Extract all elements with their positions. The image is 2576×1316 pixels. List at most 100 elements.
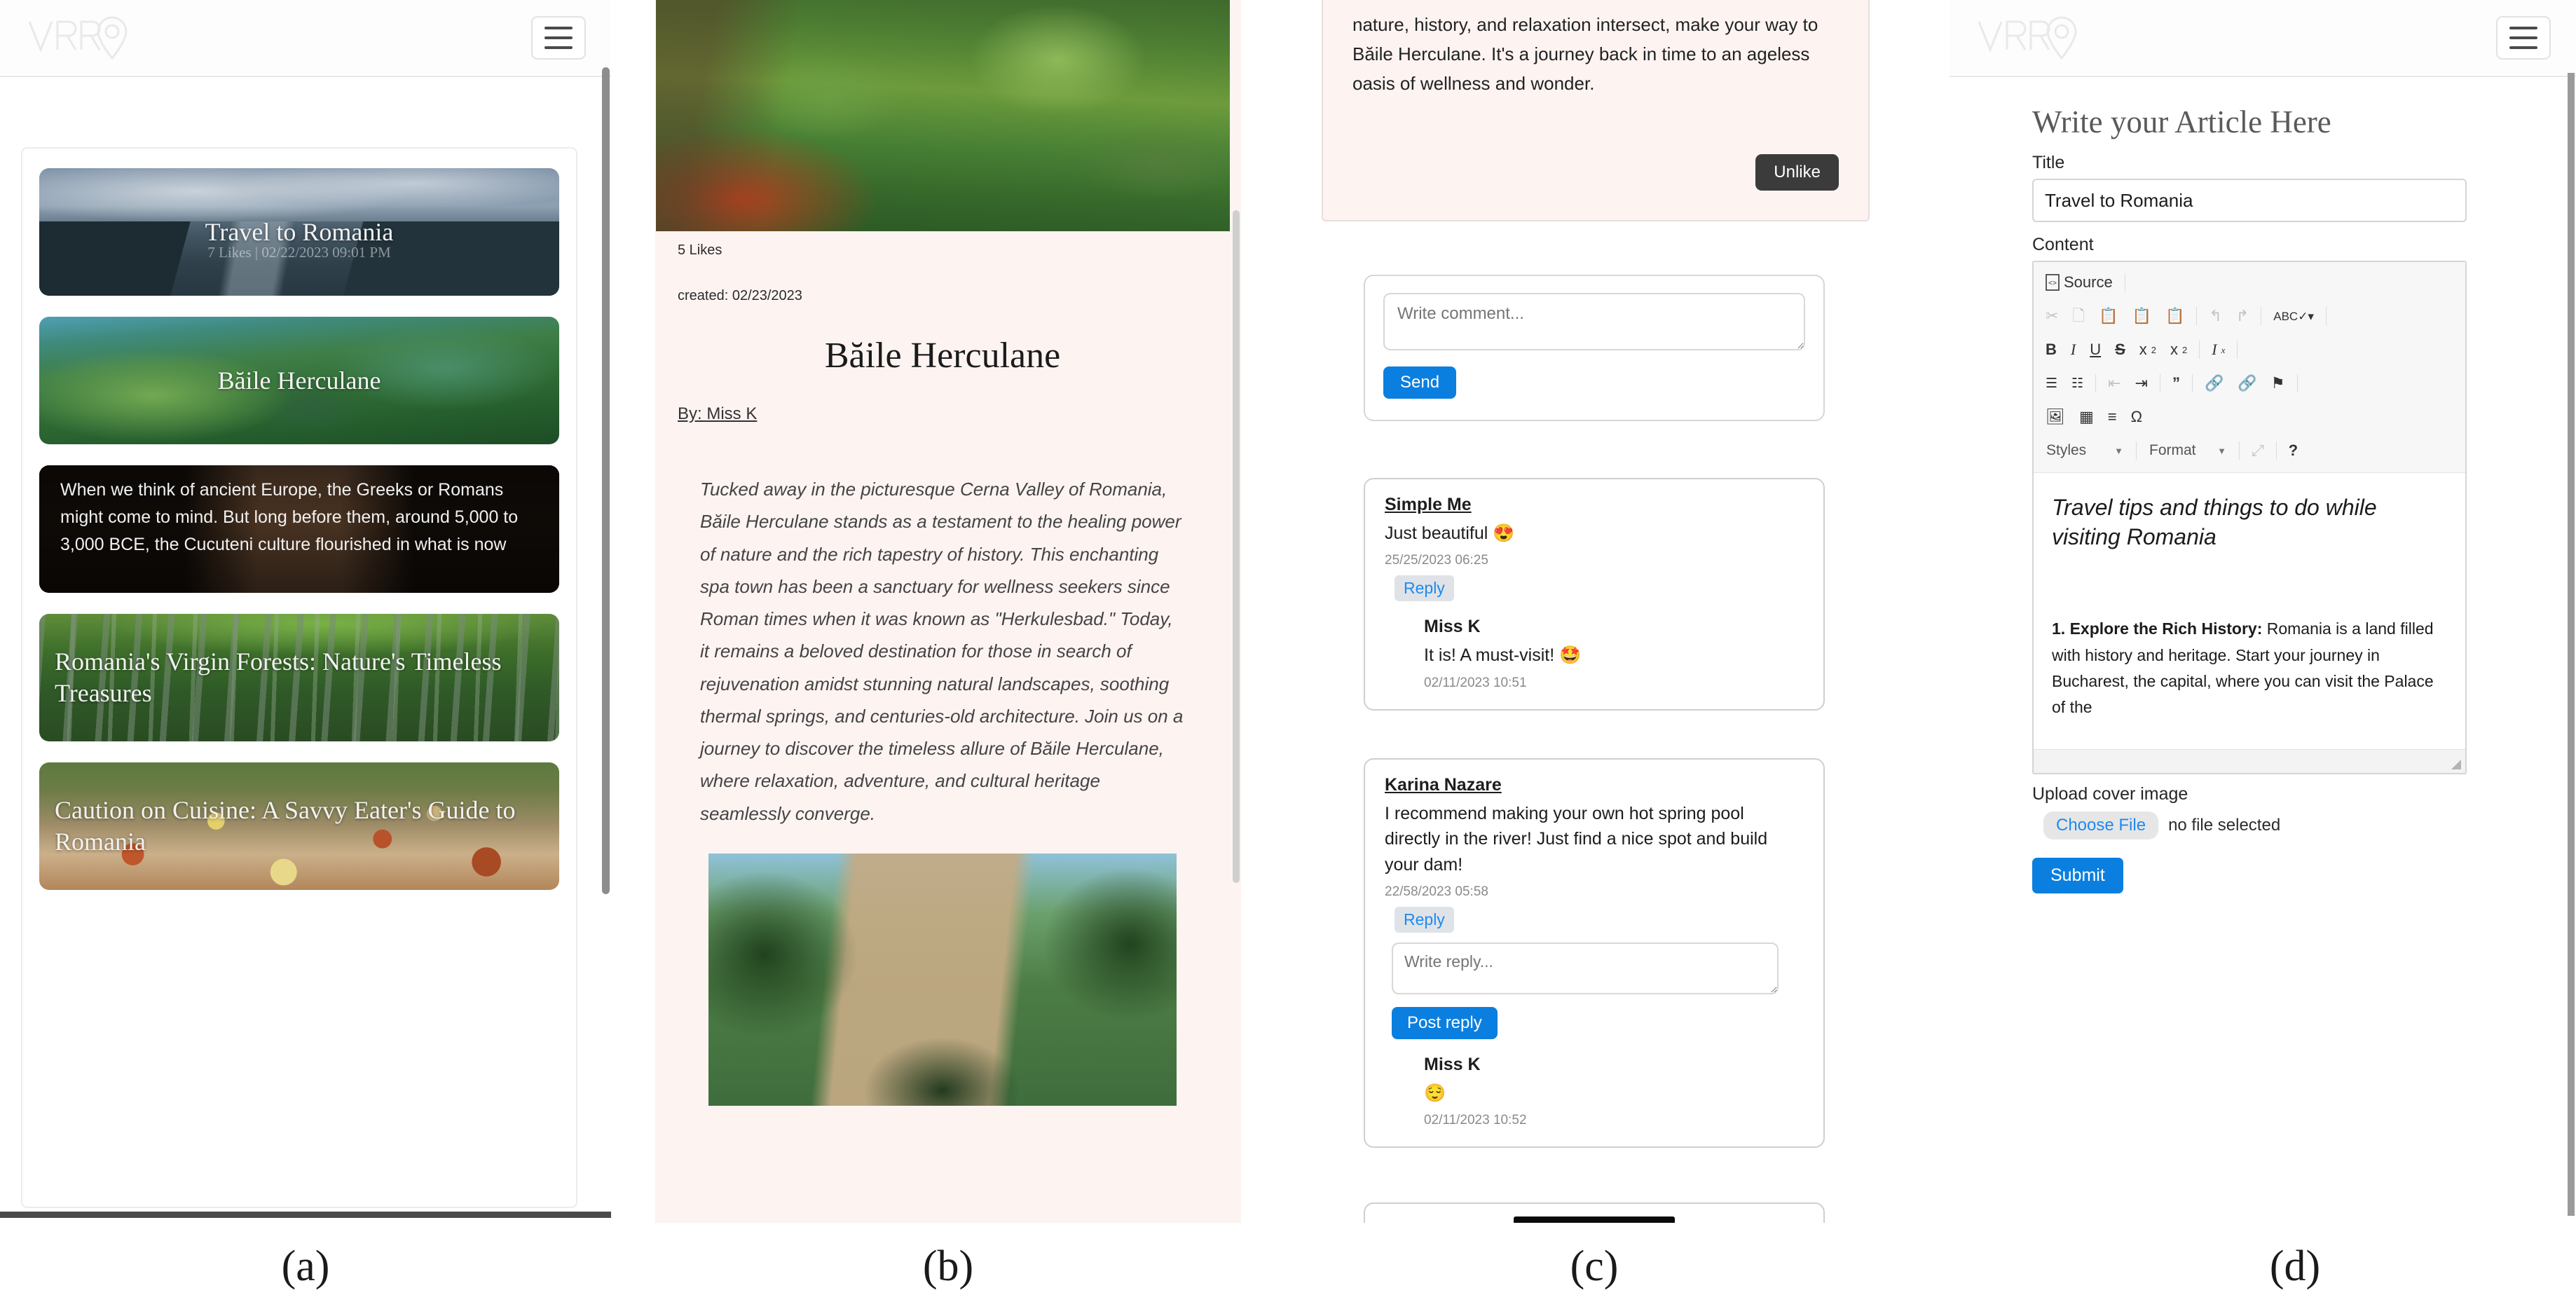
toolbar-separator bbox=[2191, 374, 2193, 392]
hamburger-menu-icon[interactable] bbox=[2496, 16, 2551, 60]
tile-text: When we think of ancient Europe, the Gre… bbox=[60, 480, 519, 554]
hamburger-bar bbox=[544, 46, 573, 49]
panel-d-article-editor: Write your Article Here Title Content <> bbox=[1950, 0, 2576, 1223]
title-input[interactable] bbox=[2032, 179, 2467, 222]
chevron-down-icon: ▼ bbox=[2217, 445, 2226, 456]
chevron-down-icon: ▼ bbox=[2114, 445, 2123, 456]
unlike-button[interactable]: Unlike bbox=[1755, 154, 1839, 191]
paste-text-icon[interactable]: 📋 bbox=[2130, 307, 2153, 325]
paste-icon[interactable]: 📋 bbox=[2097, 307, 2120, 325]
reply-text: 😌 bbox=[1424, 1083, 1446, 1103]
reply-author: Miss K bbox=[1424, 1054, 1481, 1074]
blockquote-icon[interactable]: ” bbox=[2170, 374, 2182, 392]
map-pin-logo[interactable] bbox=[1975, 12, 2080, 64]
anchor-icon[interactable]: ⚑ bbox=[2269, 374, 2287, 392]
comment-author[interactable]: Karina Nazare bbox=[1385, 775, 1804, 795]
about-help-icon[interactable]: ? bbox=[2287, 441, 2300, 460]
choose-file-button[interactable]: Choose File bbox=[2043, 811, 2159, 839]
feed-card: Travel to Romania 7 Likes | 02/22/2023 0… bbox=[21, 147, 577, 1208]
special-char-icon[interactable]: Ω bbox=[2129, 408, 2144, 426]
article-tail-card: nature, history, and relaxation intersec… bbox=[1322, 0, 1870, 221]
map-pin-logo[interactable] bbox=[25, 12, 130, 64]
toolbar-row-source: <> Source bbox=[2043, 270, 2455, 294]
feed-wrapper: Travel to Romania 7 Likes | 02/22/2023 0… bbox=[13, 105, 586, 1208]
numbered-list-icon[interactable]: ☰ bbox=[2043, 376, 2060, 392]
editor-content-area[interactable]: Travel tips and things to do while visit… bbox=[2034, 473, 2465, 749]
editor-form: Write your Article Here Title Content <> bbox=[2032, 91, 2535, 1223]
styles-dropdown[interactable]: Styles ▼ bbox=[2043, 441, 2126, 460]
comment-reply: Miss K 😌 02/11/2023 10:52 bbox=[1424, 1055, 1804, 1128]
superscript-icon[interactable]: x2 bbox=[2168, 341, 2189, 359]
undo-icon[interactable]: ↰ bbox=[2207, 307, 2224, 325]
strikethrough-icon[interactable]: S bbox=[2113, 341, 2128, 359]
comment-timestamp: 25/25/2023 06:25 bbox=[1385, 553, 1488, 568]
maximize-icon[interactable]: ⤢ bbox=[2249, 441, 2266, 460]
bold-icon[interactable]: B bbox=[2043, 341, 2059, 359]
source-icon: <> bbox=[2046, 274, 2060, 291]
send-comment-button[interactable]: Send bbox=[1383, 366, 1457, 399]
toolbar-row-insert: 🖼 ▦ ≡ Ω bbox=[2043, 405, 2455, 429]
phone-screen-d: Write your Article Here Title Content <> bbox=[1950, 0, 2576, 1223]
format-dropdown[interactable]: Format ▼ bbox=[2146, 441, 2229, 460]
hamburger-bar bbox=[2509, 36, 2537, 39]
source-button[interactable]: <> Source bbox=[2043, 273, 2115, 292]
redo-icon[interactable]: ↱ bbox=[2234, 307, 2251, 325]
italic-icon[interactable]: I bbox=[2069, 341, 2078, 359]
phone-screen-a: Travel to Romania 7 Likes | 02/22/2023 0… bbox=[0, 0, 611, 1218]
table-icon[interactable]: ▦ bbox=[2077, 408, 2096, 426]
decrease-indent-icon[interactable]: ⇤ bbox=[2106, 374, 2123, 392]
page-title: Write your Article Here bbox=[2032, 104, 2331, 139]
article-tile-virgin-forests[interactable]: Romania's Virgin Forests: Nature's Timel… bbox=[39, 614, 559, 741]
underline-icon[interactable]: U bbox=[2088, 341, 2103, 359]
comment-item: Simple Me Just beautiful 😍 25/25/2023 06… bbox=[1364, 478, 1825, 711]
file-status-text: no file selected bbox=[2168, 816, 2281, 835]
comment-input[interactable] bbox=[1383, 293, 1805, 350]
article-tile-cuisine-guide[interactable]: Caution on Cuisine: A Savvy Eater's Guid… bbox=[39, 762, 559, 890]
reply-button[interactable]: Reply bbox=[1395, 906, 1454, 933]
unlink-icon[interactable]: 🔗 bbox=[2235, 374, 2259, 392]
hamburger-bar bbox=[544, 27, 573, 29]
panel-a-article-feed: Travel to Romania 7 Likes | 02/22/2023 0… bbox=[0, 0, 611, 1218]
caption-a: (a) bbox=[281, 1242, 330, 1290]
paste-word-icon[interactable]: 📋 bbox=[2163, 307, 2186, 325]
tile-title: Caution on Cuisine: A Savvy Eater's Guid… bbox=[55, 796, 516, 856]
article-body-wrapper: 5 Likes created: 02/23/2023 Băile Hercul… bbox=[655, 231, 1230, 1223]
comment-reply: Miss K It is! A must-visit! 🤩 02/11/2023… bbox=[1424, 617, 1804, 690]
link-icon[interactable]: 🔗 bbox=[2202, 374, 2226, 392]
subscript-icon[interactable]: x2 bbox=[2137, 341, 2158, 359]
article-tile-baile-herculane[interactable]: Băile Herculane bbox=[39, 317, 559, 444]
reply-input[interactable] bbox=[1392, 942, 1779, 994]
article-tile-travel-to-romania[interactable]: Travel to Romania 7 Likes | 02/22/2023 0… bbox=[39, 168, 559, 296]
page-scrollbar[interactable] bbox=[602, 67, 610, 894]
copy-icon[interactable]: 🗋 bbox=[2070, 307, 2087, 325]
bulleted-list-icon[interactable]: ☷ bbox=[2069, 376, 2085, 392]
hamburger-menu-icon[interactable] bbox=[531, 16, 586, 60]
image-icon[interactable]: 🖼 bbox=[2043, 408, 2067, 426]
svg-text:<>: <> bbox=[2048, 280, 2057, 288]
figure-root: Travel to Romania 7 Likes | 02/22/2023 0… bbox=[0, 0, 2576, 1316]
spellcheck-icon[interactable]: ABC✓▾ bbox=[2271, 309, 2316, 324]
comment-text: Just beautiful 😍 bbox=[1385, 523, 1515, 543]
format-label: Format bbox=[2149, 442, 2196, 458]
increase-indent-icon[interactable]: ⇥ bbox=[2133, 374, 2150, 392]
toolbar-separator bbox=[2239, 441, 2240, 460]
resize-grip-icon[interactable] bbox=[2451, 760, 2461, 769]
browser-bottom-bar bbox=[0, 1212, 611, 1218]
article-author-link[interactable]: By: Miss K bbox=[678, 404, 757, 424]
reply-text: It is! A must-visit! 🤩 bbox=[1424, 645, 1582, 666]
created-date: created: 02/23/2023 bbox=[678, 288, 802, 303]
article-tile-cucuteni-text[interactable]: When we think of ancient Europe, the Gre… bbox=[39, 465, 559, 593]
reply-button[interactable]: Reply bbox=[1395, 575, 1454, 602]
toolbar-separator bbox=[2136, 441, 2137, 460]
editor-content-paragraph: 1. Explore the Rich History: Romania is … bbox=[2052, 616, 2447, 720]
horizontal-rule-icon[interactable]: ≡ bbox=[2106, 408, 2119, 426]
comment-author[interactable]: Simple Me bbox=[1385, 495, 1804, 515]
page-scrollbar[interactable] bbox=[2568, 73, 2575, 1216]
submit-button[interactable]: Submit bbox=[2032, 858, 2123, 893]
cut-icon[interactable]: ✂ bbox=[2043, 307, 2060, 325]
remove-format-icon[interactable]: Ix bbox=[2210, 341, 2227, 359]
scroll-handle[interactable] bbox=[1514, 1216, 1675, 1223]
write-comment-box: Send bbox=[1364, 275, 1825, 421]
page-scrollbar[interactable] bbox=[1233, 210, 1240, 883]
post-reply-button[interactable]: Post reply bbox=[1392, 1006, 1498, 1039]
